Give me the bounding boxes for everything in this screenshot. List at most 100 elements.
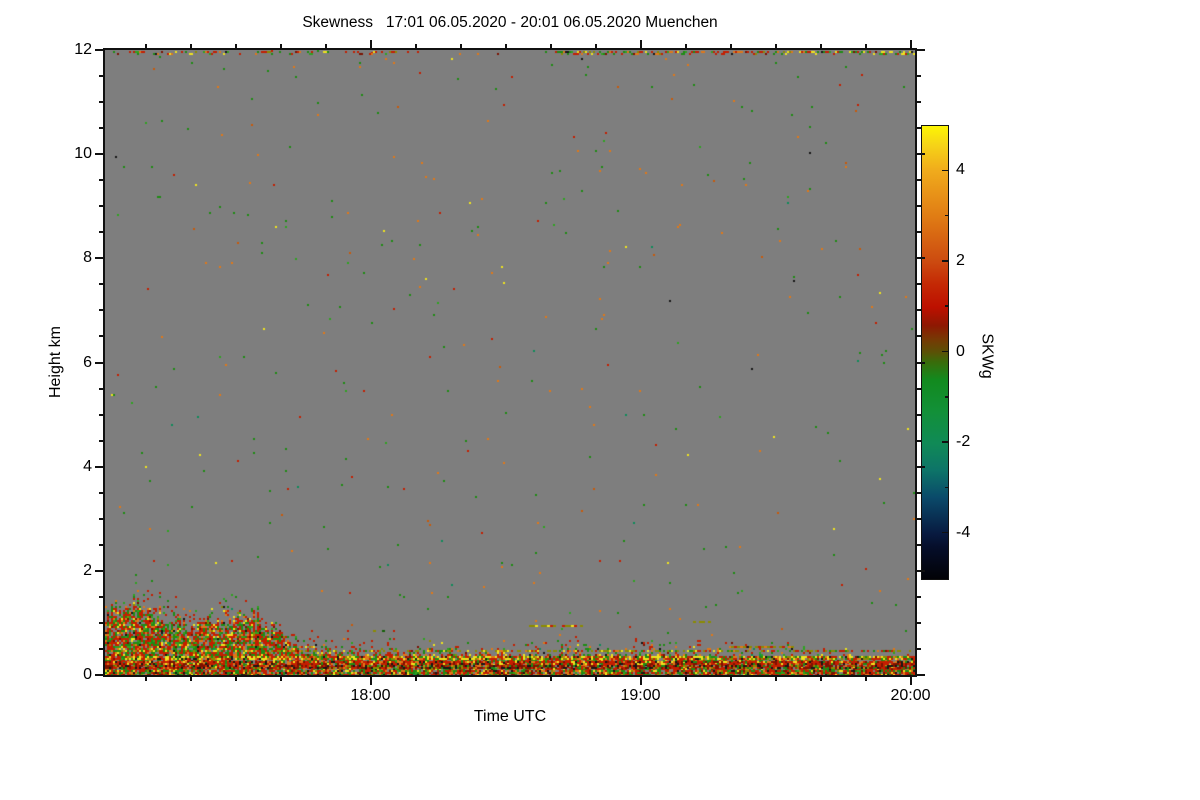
y-minor-tick [99,387,103,390]
x-major-tick [369,677,372,685]
x-minor-tick [774,677,777,681]
y-major-tick [95,674,103,676]
y-minor-tick-right [917,647,921,650]
colorbar-major-tick [941,169,949,172]
y-minor-tick [99,595,103,598]
x-major-tick-top [639,40,642,48]
y-minor-tick-right [917,413,921,416]
y-minor-tick-right [917,283,921,286]
y-major-tick-right [917,153,925,156]
colorbar-minor-tick [944,214,949,217]
y-minor-tick-right [917,517,921,520]
y-tick-label: 12 [74,41,92,58]
x-minor-tick [504,677,507,681]
x-major-tick [639,677,642,685]
x-minor-tick [234,677,237,681]
y-tick-label: 8 [83,249,92,267]
colorbar-minor-tick [944,305,949,307]
y-minor-tick-right [917,439,921,442]
y-minor-tick [99,647,103,650]
x-minor-tick [414,677,417,681]
x-tick-label: 18:00 [350,687,391,704]
x-minor-tick [144,677,147,681]
chart-title: Skewness 17:01 06.05.2020 - 20:01 06.05.… [302,14,718,31]
x-minor-tick [819,677,822,681]
y-tick-label: 10 [74,145,92,163]
heatmap-canvas [105,50,915,675]
x-minor-tick-top [774,44,777,48]
y-minor-tick [99,517,103,520]
x-tick-label: 19:00 [620,687,661,704]
y-tick-label: 2 [83,561,92,579]
y-major-tick [95,465,103,468]
x-minor-tick [324,677,327,681]
y-minor-tick [99,335,103,338]
x-minor-tick [864,677,867,681]
colorbar-tick-label: -4 [956,523,971,541]
x-major-tick [909,677,912,685]
x-minor-tick [684,677,687,681]
y-major-tick-right [917,257,925,260]
y-minor-tick-right [917,101,921,104]
y-minor-tick [99,439,103,442]
x-minor-tick-top [504,44,507,48]
figure: Skewness 17:01 06.05.2020 - 20:01 06.05.… [0,0,1200,800]
y-minor-tick-right [917,127,921,130]
x-minor-tick [594,677,597,681]
x-minor-tick [189,677,192,681]
y-minor-tick [99,621,103,624]
x-minor-tick-top [729,44,732,48]
x-major-tick-top [909,40,912,48]
y-minor-tick [99,283,103,286]
x-minor-tick [459,677,462,681]
y-minor-tick [99,231,103,234]
x-major-tick-top [369,40,372,48]
x-minor-tick-top [819,44,822,48]
y-minor-tick-right [917,179,921,182]
colorbar-tick-label: 2 [956,251,965,269]
colorbar-minor-tick [944,486,949,489]
colorbar-tick-label: 4 [956,161,965,179]
x-axis-label: Time UTC [473,708,547,725]
y-major-tick-right [917,569,925,572]
y-tick-label: 6 [83,353,92,371]
colorbar-minor-tick [944,396,949,398]
y-minor-tick-right [917,205,921,208]
y-minor-tick-right [917,543,921,546]
x-minor-tick-top [459,44,462,48]
y-major-tick [95,569,103,572]
x-minor-tick [549,677,552,681]
y-minor-tick-right [917,231,921,234]
colorbar-tick-label: 0 [956,342,965,360]
x-minor-tick-top [684,44,687,48]
x-minor-tick [279,677,282,681]
y-minor-tick-right [917,491,921,494]
y-tick-label: 0 [83,666,92,683]
x-minor-tick-top [864,44,867,48]
y-minor-tick [99,75,103,78]
x-minor-tick-top [234,44,237,48]
y-major-tick-right [917,361,925,364]
y-minor-tick-right [917,75,921,78]
y-major-tick [95,49,103,51]
colorbar-major-tick [941,260,949,262]
x-minor-tick-top [414,44,417,48]
x-minor-tick-top [324,44,327,48]
y-minor-tick [99,413,103,416]
y-minor-tick-right [917,621,921,624]
y-major-tick-right [917,674,925,676]
y-minor-tick-right [917,595,921,598]
x-minor-tick-top [279,44,282,48]
colorbar-major-tick [941,441,949,443]
y-minor-tick [99,101,103,104]
x-minor-tick [729,677,732,681]
y-major-tick [95,153,103,156]
y-minor-tick [99,127,103,130]
x-tick-label: 20:00 [890,687,931,704]
y-minor-tick-right [917,309,921,312]
x-minor-tick-top [144,44,147,48]
y-major-tick-right [917,465,925,468]
y-minor-tick-right [917,335,921,338]
colorbar-tick-label: -2 [956,433,971,451]
y-tick-label: 4 [83,457,92,475]
